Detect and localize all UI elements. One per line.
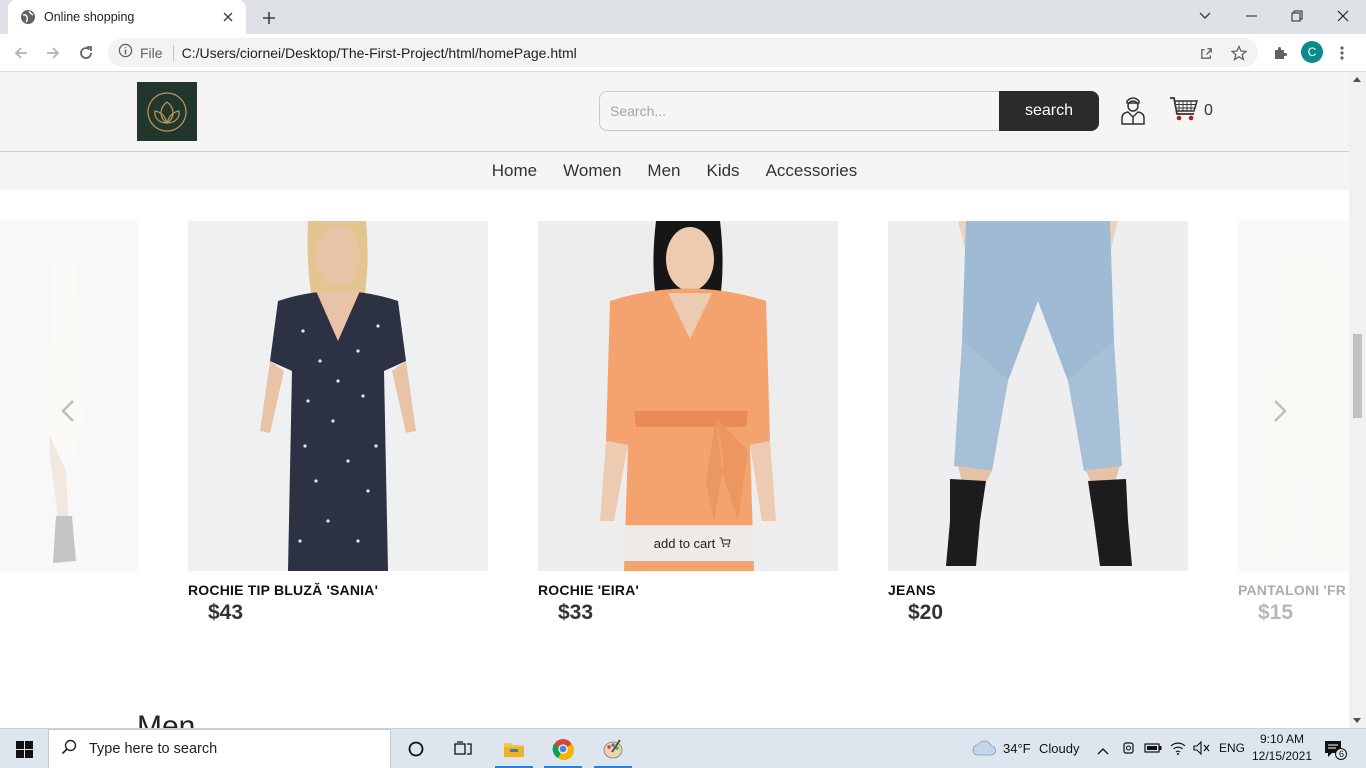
browser-tab[interactable]: Online shopping <box>8 0 246 34</box>
product-name[interactable]: JEANS <box>888 582 1188 598</box>
share-icon[interactable] <box>1197 44 1215 62</box>
taskbar-search-placeholder: Type here to search <box>89 741 218 757</box>
chevron-up-icon[interactable] <box>1097 742 1109 760</box>
extensions-puzzle-icon[interactable] <box>1268 41 1292 65</box>
minimize-button[interactable] <box>1228 0 1274 32</box>
product-name[interactable]: ROCHIE 'EIRA' <box>538 582 838 598</box>
scroll-down-arrow-icon[interactable] <box>1353 718 1361 723</box>
close-tab-icon[interactable] <box>220 9 236 25</box>
search-icon <box>61 739 77 760</box>
product-card[interactable]: ROCHIE TIP BLUZĂ 'SANIA' $43 <box>188 221 488 625</box>
add-to-cart-label: add to cart <box>653 535 716 551</box>
site-header: search 0 <box>0 72 1349 152</box>
product-price: $43 <box>208 601 244 624</box>
product-image[interactable] <box>188 221 488 571</box>
clock-time: 9:10 AM <box>1259 732 1305 746</box>
task-view-icon[interactable] <box>440 729 486 768</box>
volume-muted-icon[interactable] <box>1192 740 1210 761</box>
product-name[interactable]: ROCHIE TIP BLUZĂ 'SANIA' <box>188 582 488 598</box>
nav-item-women[interactable]: Women <box>550 161 634 181</box>
chrome-icon[interactable] <box>540 729 586 768</box>
profile-avatar[interactable]: C <box>1301 41 1323 63</box>
product-card[interactable]: JEANS $20 <box>888 221 1188 625</box>
nav-item-accessories[interactable]: Accessories <box>753 161 871 181</box>
browser-toolbar: File C:/Users/ciornei/Desktop/The-First-… <box>0 34 1366 72</box>
address-bar[interactable]: File C:/Users/ciornei/Desktop/The-First-… <box>108 38 1258 67</box>
account-icon[interactable] <box>1119 94 1147 126</box>
product-price: $20 <box>908 601 944 624</box>
section-title-men: Men <box>137 710 196 728</box>
scrollbar-thumb[interactable] <box>1353 334 1362 418</box>
meet-now-icon[interactable] <box>1121 740 1137 761</box>
globe-icon <box>20 9 36 25</box>
clock-date: 12/15/2021 <box>1251 749 1313 763</box>
clock[interactable]: 9:10 AM 12/15/2021 <box>1250 731 1314 765</box>
product-search-input[interactable] <box>599 91 999 131</box>
menu-kebab-icon[interactable] <box>1330 41 1354 65</box>
cart-count: 0 <box>1204 102 1213 119</box>
cortana-circle-icon[interactable] <box>393 729 439 768</box>
info-icon[interactable] <box>118 43 133 63</box>
taskbar-search-box[interactable]: Type here to search <box>48 729 391 768</box>
product-price: $33 <box>558 601 594 624</box>
shopping-cart-icon <box>1169 95 1199 128</box>
cart-link[interactable]: 0 <box>1169 96 1213 126</box>
url-text[interactable]: C:/Users/ciornei/Desktop/The-First-Proje… <box>182 45 577 61</box>
close-window-button[interactable] <box>1320 0 1366 32</box>
tab-search-icon[interactable] <box>1182 0 1228 32</box>
file-explorer-icon[interactable] <box>491 729 537 768</box>
page-viewport: search 0 Home Women <box>0 72 1366 728</box>
new-tab-button[interactable] <box>258 7 280 29</box>
notification-count: 6 <box>1339 749 1345 759</box>
battery-icon[interactable] <box>1144 741 1162 759</box>
paint-app-icon[interactable] <box>590 729 636 768</box>
language-indicator[interactable]: ENG <box>1219 741 1245 755</box>
page-scrollbar[interactable] <box>1349 72 1366 728</box>
product-image[interactable] <box>888 221 1188 571</box>
product-card[interactable]: add to cart ROCHIE 'EIRA' $33 <box>538 221 838 625</box>
browser-tabstrip: Online shopping <box>0 0 1366 34</box>
weather-desc[interactable]: Cloudy <box>1039 741 1079 756</box>
windows-start-button[interactable] <box>0 729 48 768</box>
carousel-next-chevron-icon[interactable] <box>1270 396 1290 426</box>
search-button[interactable]: search <box>999 91 1099 131</box>
windows-taskbar: Type here to search 34°F Cloudy ENG 9:10… <box>0 728 1366 768</box>
reload-icon[interactable] <box>74 41 98 65</box>
product-card[interactable]: PANTALONI 'FR $15 <box>1238 221 1366 625</box>
site-logo[interactable] <box>137 82 197 141</box>
cloud-weather-icon[interactable] <box>972 739 996 762</box>
wifi-icon[interactable] <box>1169 740 1187 761</box>
product-image[interactable]: add to cart <box>538 221 838 571</box>
file-label: File <box>140 44 163 61</box>
tab-title: Online shopping <box>44 10 135 24</box>
weather-temp[interactable]: 34°F <box>1003 741 1031 756</box>
nav-item-men[interactable]: Men <box>634 161 693 181</box>
nav-item-kids[interactable]: Kids <box>693 161 752 181</box>
product-carousel: ROCHIE TIP BLUZĂ 'SANIA' $43 add to cart <box>0 221 1366 641</box>
divider <box>172 44 174 61</box>
carousel-prev-chevron-icon[interactable] <box>58 396 78 426</box>
scroll-up-arrow-icon[interactable] <box>1353 77 1361 82</box>
bookmark-star-icon[interactable] <box>1230 44 1248 62</box>
back-arrow-icon[interactable] <box>9 41 33 65</box>
forward-arrow-icon[interactable] <box>41 41 65 65</box>
product-image[interactable] <box>1238 221 1366 571</box>
add-to-cart-button[interactable]: add to cart <box>553 525 832 561</box>
cart-small-icon <box>719 536 731 551</box>
nav-item-home[interactable]: Home <box>479 161 550 181</box>
restore-button[interactable] <box>1274 0 1320 32</box>
product-name[interactable]: PANTALONI 'FR <box>1238 582 1366 598</box>
main-nav: Home Women Men Kids Accessories <box>0 152 1349 190</box>
